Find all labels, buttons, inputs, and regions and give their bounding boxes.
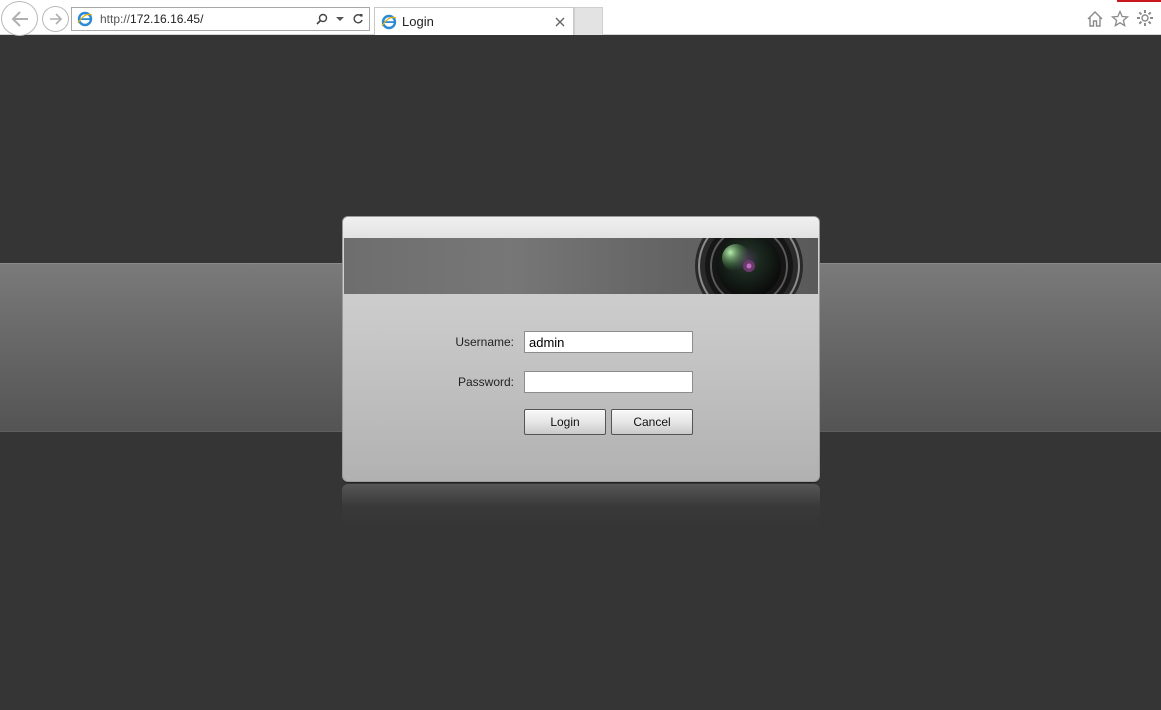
camera-lens-icon: [695, 238, 803, 294]
username-label: Username:: [455, 335, 514, 349]
search-icon: [316, 13, 328, 25]
address-url[interactable]: http://172.16.16.45/: [100, 12, 315, 26]
new-tab-button[interactable]: [574, 7, 603, 35]
password-row: Password:: [343, 371, 819, 393]
login-dialog-header: [343, 217, 819, 238]
star-icon: [1111, 9, 1129, 27]
browser-toolbar: http://172.16.16.45/ Login: [0, 0, 1161, 36]
password-label: Password:: [457, 375, 514, 389]
tab-login[interactable]: Login: [374, 7, 574, 35]
cancel-button[interactable]: Cancel: [611, 409, 693, 435]
forward-arrow-icon: [49, 13, 62, 25]
refresh-icon: [353, 14, 363, 24]
address-protocol: http://: [100, 12, 131, 26]
back-arrow-icon: [11, 10, 28, 27]
window-accent-bar: [1117, 0, 1161, 2]
login-button[interactable]: Login: [524, 409, 606, 435]
username-row: Username:: [343, 331, 819, 353]
tab-title: Login: [402, 14, 434, 29]
login-dialog: Username: Password: Login Cancel: [342, 216, 820, 482]
address-bar[interactable]: http://172.16.16.45/: [71, 7, 370, 31]
refresh-button[interactable]: [351, 11, 365, 27]
favorites-button[interactable]: [1111, 9, 1129, 27]
internet-explorer-icon: [77, 11, 93, 27]
address-dropdown-button[interactable]: [333, 11, 347, 27]
close-tab-button[interactable]: [553, 15, 567, 29]
password-input[interactable]: [524, 371, 693, 393]
search-button[interactable]: [315, 11, 329, 27]
username-input[interactable]: [524, 331, 693, 353]
login-dialog-reflection: [342, 484, 820, 528]
chevron-down-icon: [336, 17, 344, 21]
home-icon: [1087, 10, 1103, 27]
back-button[interactable]: [1, 1, 38, 36]
settings-button[interactable]: [1136, 9, 1154, 27]
gear-icon: [1137, 10, 1153, 26]
internet-explorer-icon: [381, 14, 397, 29]
forward-button[interactable]: [42, 6, 69, 32]
login-banner: [344, 238, 818, 294]
home-button[interactable]: [1086, 9, 1104, 27]
close-icon: [555, 17, 565, 26]
address-host: 172.16.16.45/: [130, 12, 204, 26]
